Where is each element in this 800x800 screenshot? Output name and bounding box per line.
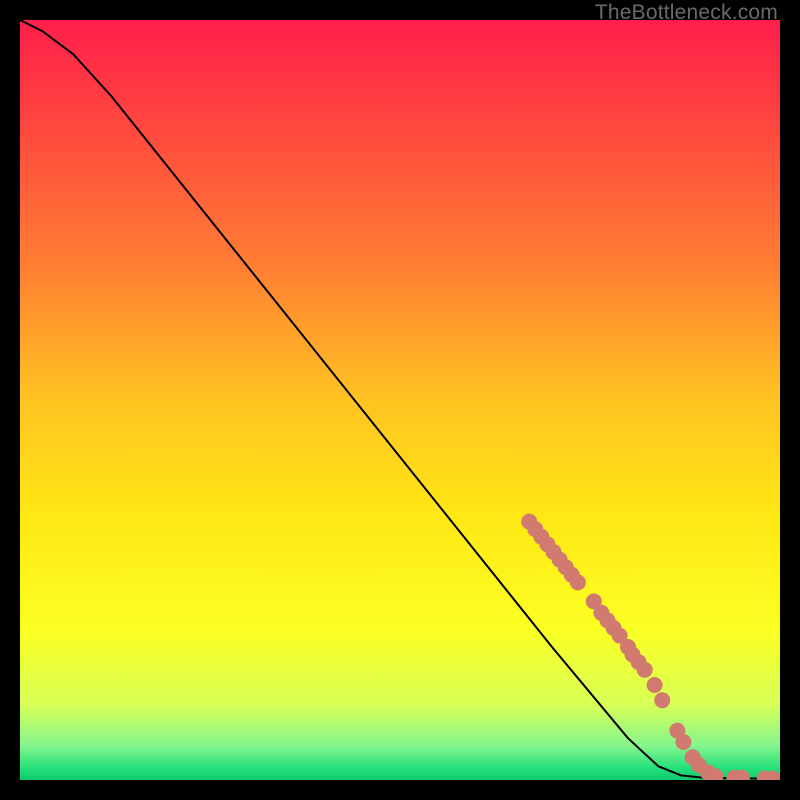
data-markers <box>521 514 780 780</box>
chart-frame: TheBottleneck.com <box>0 0 800 800</box>
data-marker <box>637 662 653 678</box>
data-marker <box>654 692 670 708</box>
data-marker <box>675 734 691 750</box>
data-marker <box>570 574 586 590</box>
bottleneck-curve <box>20 20 780 778</box>
data-marker <box>647 677 663 693</box>
curve-layer <box>20 20 780 780</box>
plot-area <box>20 20 780 780</box>
